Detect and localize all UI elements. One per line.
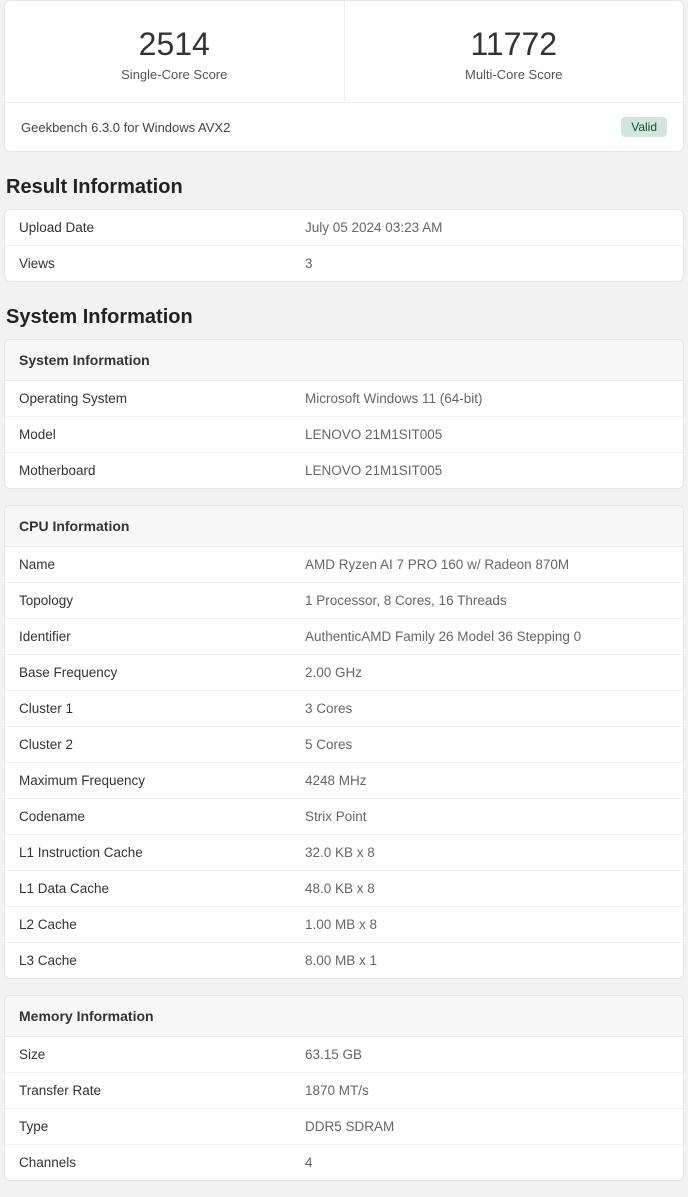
info-row: Operating SystemMicrosoft Windows 11 (64… (5, 381, 683, 417)
info-val: LENOVO 21M1SIT005 (305, 463, 669, 478)
info-val: DDR5 SDRAM (305, 1119, 669, 1134)
info-key: Model (19, 427, 305, 442)
info-row: Upload DateJuly 05 2024 03:23 AM (5, 210, 683, 246)
info-row: NameAMD Ryzen AI 7 PRO 160 w/ Radeon 870… (5, 547, 683, 583)
info-key: Cluster 1 (19, 701, 305, 716)
info-key: Operating System (19, 391, 305, 406)
info-row: L2 Cache1.00 MB x 8 (5, 907, 683, 943)
info-row: ModelLENOVO 21M1SIT005 (5, 417, 683, 453)
info-row: CodenameStrix Point (5, 799, 683, 835)
info-row: Views3 (5, 246, 683, 281)
info-val: 63.15 GB (305, 1047, 669, 1062)
info-val: LENOVO 21M1SIT005 (305, 427, 669, 442)
multi-core-score: 11772 Multi-Core Score (345, 1, 684, 102)
info-val: AuthenticAMD Family 26 Model 36 Stepping… (305, 629, 669, 644)
info-val: 4248 MHz (305, 773, 669, 788)
info-val: 48.0 KB x 8 (305, 881, 669, 896)
memory-info-card: Memory Information Size63.15 GBTransfer … (4, 995, 684, 1181)
info-key: Base Frequency (19, 665, 305, 680)
info-val: 3 (305, 256, 669, 271)
info-val: 8.00 MB x 1 (305, 953, 669, 968)
info-key: L1 Instruction Cache (19, 845, 305, 860)
cpu-info-card: CPU Information NameAMD Ryzen AI 7 PRO 1… (4, 505, 684, 979)
memory-info-header: Memory Information (5, 996, 683, 1037)
info-val: AMD Ryzen AI 7 PRO 160 w/ Radeon 870M (305, 557, 669, 572)
score-footer: Geekbench 6.3.0 for Windows AVX2 Valid (5, 102, 683, 151)
system-info-card: System Information Operating SystemMicro… (4, 339, 684, 489)
version-text: Geekbench 6.3.0 for Windows AVX2 (21, 120, 230, 135)
info-row: L3 Cache8.00 MB x 1 (5, 943, 683, 978)
info-val: Microsoft Windows 11 (64-bit) (305, 391, 669, 406)
info-key: L2 Cache (19, 917, 305, 932)
info-val: 2.00 GHz (305, 665, 669, 680)
scores-row: 2514 Single-Core Score 11772 Multi-Core … (5, 1, 683, 102)
info-row: IdentifierAuthenticAMD Family 26 Model 3… (5, 619, 683, 655)
info-key: Channels (19, 1155, 305, 1170)
system-info-header: System Information (5, 340, 683, 381)
cpu-info-header: CPU Information (5, 506, 683, 547)
info-row: Cluster 13 Cores (5, 691, 683, 727)
info-row: TypeDDR5 SDRAM (5, 1109, 683, 1145)
info-row: MotherboardLENOVO 21M1SIT005 (5, 453, 683, 488)
info-key: Size (19, 1047, 305, 1062)
info-val: 1870 MT/s (305, 1083, 669, 1098)
info-val: Strix Point (305, 809, 669, 824)
info-row: L1 Instruction Cache32.0 KB x 8 (5, 835, 683, 871)
multi-core-label: Multi-Core Score (357, 67, 672, 82)
info-row: Topology1 Processor, 8 Cores, 16 Threads (5, 583, 683, 619)
info-key: Cluster 2 (19, 737, 305, 752)
info-key: Transfer Rate (19, 1083, 305, 1098)
info-key: Views (19, 256, 305, 271)
info-key: L1 Data Cache (19, 881, 305, 896)
valid-badge: Valid (621, 117, 667, 137)
info-key: Type (19, 1119, 305, 1134)
result-info-card: Upload DateJuly 05 2024 03:23 AMViews3 (4, 209, 684, 282)
info-key: L3 Cache (19, 953, 305, 968)
info-row: Maximum Frequency4248 MHz (5, 763, 683, 799)
info-row: L1 Data Cache48.0 KB x 8 (5, 871, 683, 907)
info-row: Size63.15 GB (5, 1037, 683, 1073)
info-val: 1 Processor, 8 Cores, 16 Threads (305, 593, 669, 608)
info-val: July 05 2024 03:23 AM (305, 220, 669, 235)
single-core-label: Single-Core Score (17, 67, 332, 82)
info-val: 5 Cores (305, 737, 669, 752)
info-key: Identifier (19, 629, 305, 644)
info-key: Motherboard (19, 463, 305, 478)
info-row: Channels4 (5, 1145, 683, 1180)
info-val: 4 (305, 1155, 669, 1170)
info-key: Codename (19, 809, 305, 824)
info-row: Cluster 25 Cores (5, 727, 683, 763)
info-row: Base Frequency2.00 GHz (5, 655, 683, 691)
info-row: Transfer Rate1870 MT/s (5, 1073, 683, 1109)
score-card: 2514 Single-Core Score 11772 Multi-Core … (4, 0, 684, 152)
system-info-title: System Information (6, 306, 682, 329)
multi-core-value: 11772 (357, 25, 672, 63)
info-val: 32.0 KB x 8 (305, 845, 669, 860)
info-key: Maximum Frequency (19, 773, 305, 788)
info-val: 1.00 MB x 8 (305, 917, 669, 932)
info-key: Upload Date (19, 220, 305, 235)
info-key: Topology (19, 593, 305, 608)
info-key: Name (19, 557, 305, 572)
single-core-value: 2514 (17, 25, 332, 63)
single-core-score: 2514 Single-Core Score (5, 1, 345, 102)
result-info-title: Result Information (6, 176, 682, 199)
info-val: 3 Cores (305, 701, 669, 716)
